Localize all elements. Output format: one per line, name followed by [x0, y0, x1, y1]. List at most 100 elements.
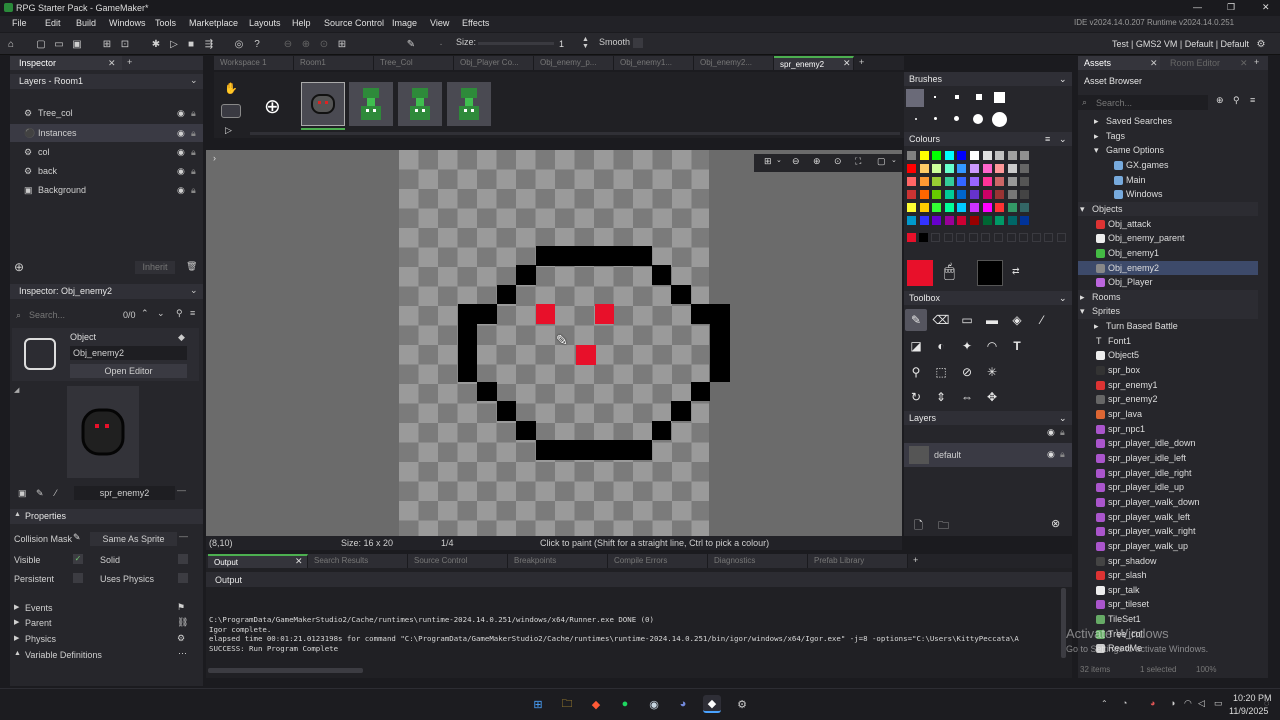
asset-tree-item[interactable]: GX.games — [1078, 158, 1258, 173]
solid-checkbox[interactable] — [178, 554, 188, 564]
home-icon[interactable]: ⌂ — [4, 37, 18, 51]
colour-swatch[interactable] — [919, 189, 929, 199]
colour-swatch[interactable] — [995, 151, 1005, 160]
swap-colours-icon[interactable]: ⇄ — [1012, 266, 1020, 277]
colour-swatch[interactable] — [1007, 215, 1017, 225]
close-tab-icon[interactable]: ✕ — [1240, 58, 1248, 69]
eye-icon[interactable]: ◉ — [1047, 449, 1055, 460]
asset-tree-item[interactable]: Main — [1078, 173, 1258, 188]
background-toggle-icon[interactable]: ▢ — [877, 156, 886, 167]
empty-swatch-row[interactable] — [931, 233, 1071, 242]
menu-edit[interactable]: Edit — [45, 18, 61, 28]
fill-rectangle-tool-icon[interactable]: ▬ — [981, 309, 1003, 331]
asset-tree-item[interactable]: spr_player_walk_left — [1078, 510, 1258, 525]
asset-tree-item[interactable]: ▸ Rooms — [1078, 289, 1258, 305]
colour-swatch[interactable] — [1007, 151, 1017, 160]
colour-swatch[interactable] — [907, 189, 916, 199]
add-asset-icon[interactable]: ⊕ — [1216, 95, 1224, 106]
colour-swatch[interactable] — [919, 176, 929, 186]
tab-spr-enemy2[interactable]: spr_enemy2 — [774, 56, 854, 70]
colour-palette[interactable] — [907, 151, 1069, 231]
tab-search-results[interactable]: Search Results — [308, 554, 408, 568]
filter-icon[interactable]: ⚲ — [1233, 95, 1240, 106]
sprite-brush-icon[interactable]: ⁄ — [55, 488, 57, 498]
colour-swatch[interactable] — [957, 176, 967, 186]
asset-tree-item[interactable]: spr_box — [1078, 363, 1258, 378]
asset-tree-item[interactable]: Obj_enemy1 — [1078, 246, 1258, 261]
variable-definitions-section[interactable]: ▲ Variable Definitions ⋯ — [10, 648, 203, 663]
asset-tree-item[interactable]: spr_shadow — [1078, 554, 1258, 569]
asset-tree-item[interactable]: ▾ Game Options — [1078, 143, 1258, 158]
colour-swatch[interactable] — [1007, 189, 1017, 199]
empty-colour-swatch[interactable] — [968, 233, 978, 242]
colour-swatch[interactable] — [907, 202, 916, 212]
tab-obj-enemy1[interactable]: Obj_enemy1... — [614, 56, 694, 70]
menu-icon[interactable]: ≡ — [1045, 132, 1050, 146]
lock-icon[interactable]: 🔒︎ — [191, 143, 196, 161]
menu-build[interactable]: Build — [76, 18, 96, 28]
asset-tree-item[interactable]: Obj_attack — [1078, 217, 1258, 232]
colour-swatch[interactable] — [1020, 215, 1030, 225]
lock-icon[interactable]: 🔒︎ — [191, 181, 196, 199]
zoom-in-icon[interactable]: ⊕ — [299, 37, 313, 51]
loop-icon[interactable] — [221, 104, 241, 118]
asset-tree-item[interactable]: ▸ Tags — [1078, 129, 1258, 144]
size-value[interactable]: 1 — [559, 39, 564, 49]
stop-icon[interactable]: ■ — [184, 37, 198, 51]
menu-marketplace[interactable]: Marketplace — [189, 18, 238, 28]
settings-gear-icon[interactable]: ⚙ — [1254, 37, 1268, 51]
flag-icon[interactable]: ⚑ — [177, 602, 185, 613]
colour-swatch[interactable] — [907, 151, 916, 160]
tab-tree-col[interactable]: Tree_Col — [374, 56, 454, 70]
expand-panel-icon[interactable]: › — [213, 153, 216, 163]
frame-scrollbar[interactable] — [250, 132, 900, 135]
tab-room-editor[interactable]: Room Editor — [1170, 58, 1220, 68]
eyedropper-tool-icon[interactable]: ⚲ — [905, 361, 927, 383]
colour-swatch[interactable] — [1020, 202, 1030, 212]
collapse-arrow-icon[interactable]: ◢ — [14, 386, 19, 394]
asset-tree-item[interactable]: spr_player_idle_left — [1078, 451, 1258, 466]
brush-size-5[interactable] — [994, 92, 1005, 103]
asset-tree-item[interactable]: spr_slash — [1078, 568, 1258, 583]
open-project-icon[interactable]: ▭ — [52, 37, 66, 51]
tag-icon[interactable]: ◆ — [178, 332, 185, 343]
colour-swatch[interactable] — [1020, 151, 1030, 160]
select-tool-icon[interactable]: ⬚ — [930, 361, 952, 383]
colour-swatch[interactable] — [970, 189, 979, 199]
play-icon[interactable]: ▷ — [225, 125, 232, 136]
eye-icon[interactable]: ◉ — [177, 124, 185, 142]
layer-row-back[interactable]: ⚙ back ◉ 🔒︎ — [10, 162, 203, 180]
eye-icon[interactable]: ◉ — [177, 162, 185, 180]
empty-colour-swatch[interactable] — [956, 233, 966, 242]
tab-room1[interactable]: Room1 — [294, 56, 374, 70]
empty-colour-swatch[interactable] — [1006, 233, 1016, 242]
delete-layer-icon[interactable]: ⊗ — [1051, 517, 1060, 530]
zoom-out-icon[interactable]: ⊖ — [792, 156, 800, 167]
secondary-colour-swatch[interactable] — [977, 260, 1003, 286]
zoom-reset-icon[interactable]: ⊙ — [834, 156, 842, 167]
clean-icon[interactable]: ⇶ — [202, 37, 216, 51]
empty-colour-swatch[interactable] — [1044, 233, 1054, 242]
colour-swatch[interactable] — [1007, 163, 1017, 173]
zoom-reset-icon[interactable]: ⊙ — [317, 37, 331, 51]
menu-layouts[interactable]: Layouts — [249, 18, 281, 28]
target-selector[interactable]: Test | GMS2 VM | Default | Default — [1112, 39, 1249, 49]
asset-tree-item[interactable]: spr_npc1 — [1078, 422, 1258, 437]
text-tool-icon[interactable]: T — [1006, 335, 1028, 357]
colour-swatch[interactable] — [944, 189, 954, 199]
colour-swatch[interactable] — [957, 215, 967, 225]
brush-size-3[interactable] — [955, 95, 959, 99]
clock-date[interactable]: 11/9/2025 — [1229, 706, 1268, 716]
tab-obj-player[interactable]: Obj_Player Co... — [454, 56, 534, 70]
colour-swatch[interactable] — [919, 202, 929, 212]
gear-icon[interactable]: ⚙ — [177, 633, 185, 644]
ellipse-tool-icon[interactable]: ◐ — [930, 335, 952, 357]
brave-browser-icon[interactable]: ◆ — [587, 695, 605, 713]
colour-swatch[interactable] — [995, 189, 1005, 199]
grid-icon[interactable]: ⊞ — [335, 37, 349, 51]
new-layer-icon[interactable]: 🗋︎ — [914, 517, 923, 536]
layer-row-tree-col[interactable]: ⚙ Tree_col ◉ 🔒︎ — [10, 104, 203, 122]
tab-compile-errors[interactable]: Compile Errors — [608, 554, 708, 568]
menu-source-control[interactable]: Source Control — [324, 18, 384, 28]
tray-app-icon[interactable]: ◔ — [1122, 698, 1127, 708]
